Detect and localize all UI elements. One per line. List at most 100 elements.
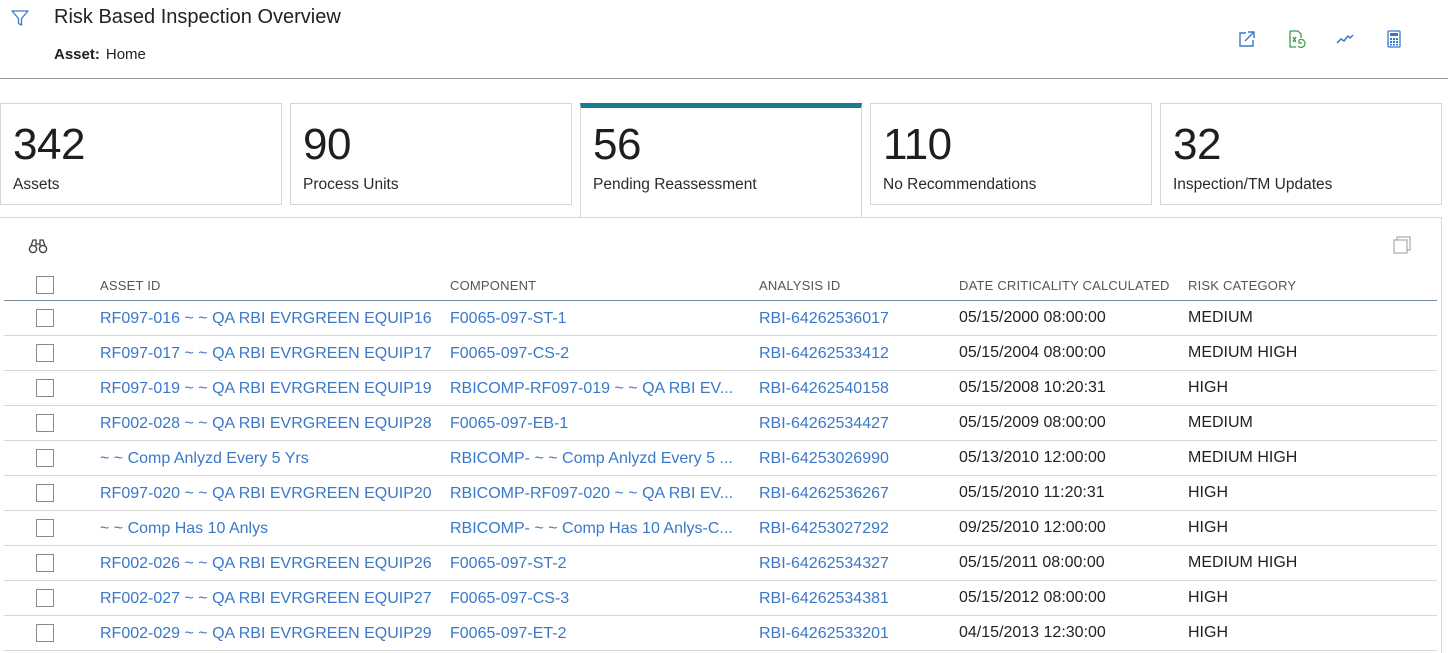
row-select-cell [36,546,56,580]
risk-category-cell: MEDIUM HIGH [1188,554,1298,571]
card-inspection-tm-updates[interactable]: 32 Inspection/TM Updates [1160,103,1442,205]
card-label: Assets [13,176,60,193]
asset-breadcrumb: Asset: Home [54,46,146,63]
calculator-button[interactable] [1369,28,1418,50]
select-all-cell [36,270,56,300]
analysis-id-link[interactable]: RBI-64262540158 [759,371,889,405]
trend-icon [1335,34,1354,44]
table-row: ~ ~ Comp Anlyzd Every 5 Yrs RBICOMP- ~ ~… [4,441,1437,476]
card-label: No Recommendations [883,176,1037,193]
component-link[interactable]: F0065-097-CS-2 [450,336,569,370]
asset-id-link[interactable]: ~ ~ Comp Anlyzd Every 5 Yrs [100,441,309,475]
open-external-button[interactable] [1222,28,1271,50]
card-count: 342 [13,120,85,169]
asset-id-link[interactable]: ~ ~ Comp Has 10 Anlys [100,511,268,545]
asset-id-link[interactable]: RF002-026 ~ ~ QA RBI EVRGREEN EQUIP26 [100,546,432,580]
card-count: 56 [593,120,641,169]
analysis-id-link[interactable]: RBI-64262534327 [759,546,889,580]
card-pending-reassessment[interactable]: 56 Pending Reassessment [580,103,862,218]
row-checkbox[interactable] [36,414,54,432]
filter-icon[interactable] [10,8,30,28]
asset-id-link[interactable]: RF002-029 ~ ~ QA RBI EVRGREEN EQUIP29 [100,616,432,650]
analysis-id-link[interactable]: RBI-64262533412 [759,336,889,370]
binoculars-icon[interactable] [28,238,48,254]
row-select-cell [36,441,56,475]
date-cell: 05/13/2010 12:00:00 [959,449,1106,466]
risk-category-cell: HIGH [1188,624,1228,641]
component-link[interactable]: RBICOMP-RF097-019 ~ ~ QA RBI EV... [450,371,733,405]
risk-category-cell: MEDIUM [1188,309,1253,326]
calculator-icon [1386,30,1401,48]
date-cell: 05/15/2004 08:00:00 [959,344,1106,361]
trend-button[interactable] [1320,28,1369,50]
col-header-asset-id[interactable]: ASSET ID [100,270,435,300]
card-count: 90 [303,120,351,169]
row-checkbox[interactable] [36,379,54,397]
row-select-cell [36,616,56,650]
component-link[interactable]: F0065-097-ST-2 [450,546,567,580]
component-link[interactable]: RBICOMP-RF097-020 ~ ~ QA RBI EV... [450,476,733,510]
col-header-component[interactable]: COMPONENT [450,270,740,300]
export-button[interactable] [1271,28,1320,50]
summary-cards: 342 Assets 90 Process Units 56 Pending R… [0,103,1448,218]
component-link[interactable]: F0065-097-ST-1 [450,301,567,335]
analysis-id-link[interactable]: RBI-64262534427 [759,406,889,440]
table-row: ~ ~ Comp Has 10 Anlys RBICOMP- ~ ~ Comp … [4,511,1437,546]
analysis-id-link[interactable]: RBI-64262533201 [759,616,889,650]
component-link[interactable]: RBICOMP- ~ ~ Comp Has 10 Anlys-C... [450,511,733,545]
row-checkbox[interactable] [36,589,54,607]
export-icon [1288,30,1306,49]
table-row: RF002-026 ~ ~ QA RBI EVRGREEN EQUIP26 F0… [4,546,1437,581]
component-link[interactable]: F0065-097-ET-2 [450,616,567,650]
component-link[interactable]: F0065-097-EB-1 [450,406,568,440]
asset-label: Asset: [54,46,100,63]
row-select-cell [36,336,56,370]
asset-id-link[interactable]: RF097-016 ~ ~ QA RBI EVRGREEN EQUIP16 [100,301,432,335]
row-checkbox[interactable] [36,484,54,502]
card-assets[interactable]: 342 Assets [0,103,282,205]
asset-id-link[interactable]: RF097-020 ~ ~ QA RBI EVRGREEN EQUIP20 [100,476,432,510]
asset-id-link[interactable]: RF097-017 ~ ~ QA RBI EVRGREEN EQUIP17 [100,336,432,370]
row-checkbox[interactable] [36,344,54,362]
table-header-row: ASSET ID COMPONENT ANALYSIS ID DATE CRIT… [4,270,1437,301]
page-header: Risk Based Inspection Overview Asset: Hom… [0,0,1448,79]
row-select-cell [36,511,56,545]
card-no-recommendations[interactable]: 110 No Recommendations [870,103,1152,205]
analysis-id-link[interactable]: RBI-64262536017 [759,301,889,335]
date-cell: 05/15/2010 11:20:31 [959,484,1105,501]
table-row: RF097-017 ~ ~ QA RBI EVRGREEN EQUIP17 F0… [4,336,1437,371]
col-header-risk-category[interactable]: RISK CATEGORY [1188,270,1428,300]
table-row: RF002-027 ~ ~ QA RBI EVRGREEN EQUIP27 F0… [4,581,1437,616]
date-cell: 05/15/2012 08:00:00 [959,589,1106,606]
row-checkbox[interactable] [36,554,54,572]
asset-id-link[interactable]: RF097-019 ~ ~ QA RBI EVRGREEN EQUIP19 [100,371,432,405]
date-cell: 05/15/2009 08:00:00 [959,414,1106,431]
row-select-cell [36,476,56,510]
select-all-checkbox[interactable] [36,276,54,294]
card-process-units[interactable]: 90 Process Units [290,103,572,205]
header-toolbar [1222,28,1418,50]
copy-icon[interactable] [1393,236,1411,254]
analysis-id-link[interactable]: RBI-64253027292 [759,511,889,545]
risk-category-cell: MEDIUM [1188,414,1253,431]
date-cell: 09/25/2010 12:00:00 [959,519,1106,536]
col-header-analysis-id[interactable]: ANALYSIS ID [759,270,949,300]
results-table: ASSET ID COMPONENT ANALYSIS ID DATE CRIT… [4,270,1437,651]
row-checkbox[interactable] [36,624,54,642]
asset-id-link[interactable]: RF002-027 ~ ~ QA RBI EVRGREEN EQUIP27 [100,581,432,615]
analysis-id-link[interactable]: RBI-64262534381 [759,581,889,615]
table-row: RF097-016 ~ ~ QA RBI EVRGREEN EQUIP16 F0… [4,301,1437,336]
asset-id-link[interactable]: RF002-028 ~ ~ QA RBI EVRGREEN EQUIP28 [100,406,432,440]
row-checkbox[interactable] [36,519,54,537]
table-row: RF097-019 ~ ~ QA RBI EVRGREEN EQUIP19 RB… [4,371,1437,406]
component-link[interactable]: RBICOMP- ~ ~ Comp Anlyzd Every 5 ... [450,441,733,475]
row-checkbox[interactable] [36,449,54,467]
analysis-id-link[interactable]: RBI-64262536267 [759,476,889,510]
page-title: Risk Based Inspection Overview [54,6,341,28]
row-checkbox[interactable] [36,309,54,327]
col-header-date-criticality[interactable]: DATE CRITICALITY CALCULATED [959,270,1179,300]
analysis-id-link[interactable]: RBI-64253026990 [759,441,889,475]
asset-value[interactable]: Home [106,46,146,63]
results-panel: ASSET ID COMPONENT ANALYSIS ID DATE CRIT… [0,217,1442,653]
component-link[interactable]: F0065-097-CS-3 [450,581,569,615]
